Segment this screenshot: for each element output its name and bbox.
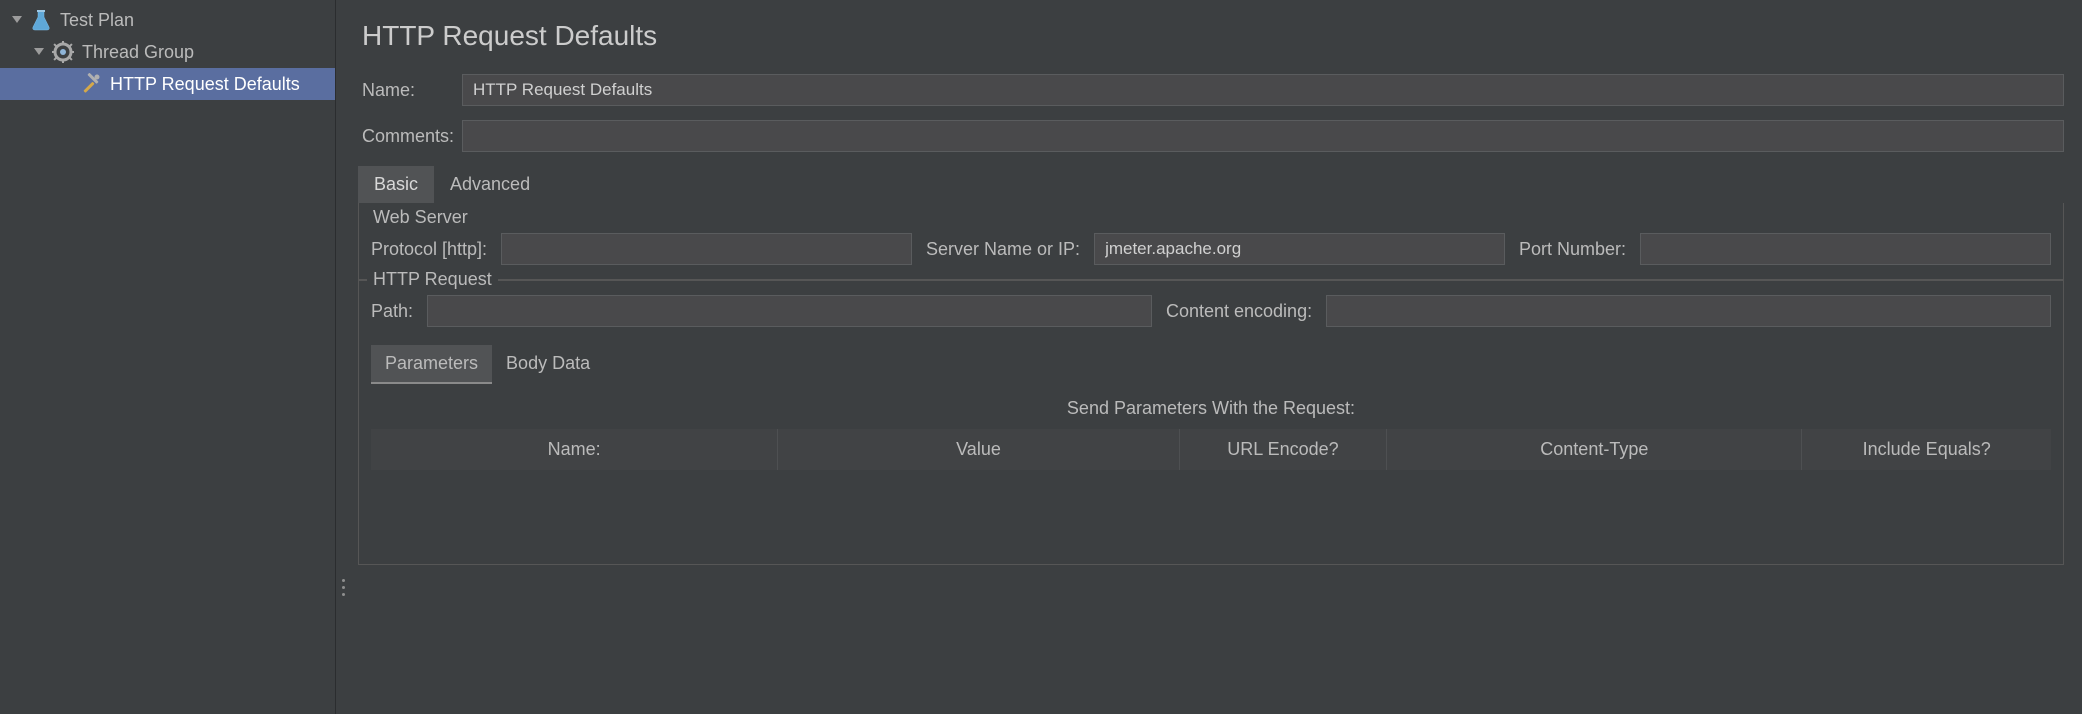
params-col-url-encode[interactable]: URL Encode? — [1179, 429, 1387, 470]
tree-label-http-defaults: HTTP Request Defaults — [110, 74, 300, 95]
tab-basic[interactable]: Basic — [358, 166, 434, 203]
params-col-value[interactable]: Value — [778, 429, 1179, 470]
splitter-grip-icon — [342, 579, 345, 596]
protocol-input[interactable] — [501, 233, 912, 265]
path-label: Path: — [371, 301, 413, 322]
http-request-legend: HTTP Request — [367, 269, 498, 290]
params-col-name[interactable]: Name: — [371, 429, 778, 470]
params-section-title: Send Parameters With the Request: — [371, 384, 2051, 429]
params-col-content-type[interactable]: Content-Type — [1387, 429, 1802, 470]
tree-node-thread-group[interactable]: Thread Group — [0, 36, 335, 68]
sub-tab-body-data[interactable]: Body Data — [492, 345, 604, 384]
chevron-down-icon[interactable] — [32, 45, 46, 59]
page-title: HTTP Request Defaults — [362, 20, 2064, 52]
tree-node-test-plan[interactable]: Test Plan — [0, 4, 335, 36]
comments-input[interactable] — [462, 120, 2064, 152]
main-panel: HTTP Request Defaults Name: Comments: Ba… — [350, 0, 2082, 714]
flask-icon — [30, 9, 52, 31]
chevron-down-icon[interactable] — [10, 13, 24, 27]
gear-icon — [52, 41, 74, 63]
tree-panel: Test Plan Thread Group — [0, 0, 336, 714]
tree-label-test-plan: Test Plan — [60, 10, 134, 31]
protocol-label: Protocol [http]: — [371, 239, 487, 260]
sub-tabs: Parameters Body Data — [371, 345, 2051, 384]
main-tabs: Basic Advanced — [358, 166, 2064, 203]
tab-advanced[interactable]: Advanced — [434, 166, 546, 203]
port-label: Port Number: — [1519, 239, 1626, 260]
params-col-include-equals[interactable]: Include Equals? — [1802, 429, 2051, 470]
path-input[interactable] — [427, 295, 1152, 327]
name-input[interactable] — [462, 74, 2064, 106]
splitter-handle[interactable] — [336, 0, 350, 714]
params-table: Name: Value URL Encode? Content-Type Inc… — [371, 429, 2051, 470]
tools-icon — [80, 73, 102, 95]
sub-tab-parameters[interactable]: Parameters — [371, 345, 492, 384]
comments-label: Comments: — [362, 126, 462, 147]
tree-label-thread-group: Thread Group — [82, 42, 194, 63]
server-name-label: Server Name or IP: — [926, 239, 1080, 260]
web-server-legend: Web Server — [367, 207, 474, 228]
server-name-input[interactable] — [1094, 233, 1505, 265]
name-label: Name: — [362, 80, 462, 101]
params-table-body[interactable] — [371, 470, 2051, 550]
content-encoding-label: Content encoding: — [1166, 301, 1312, 322]
port-input[interactable] — [1640, 233, 2051, 265]
tree-node-http-request-defaults[interactable]: HTTP Request Defaults — [0, 68, 335, 100]
content-encoding-input[interactable] — [1326, 295, 2051, 327]
